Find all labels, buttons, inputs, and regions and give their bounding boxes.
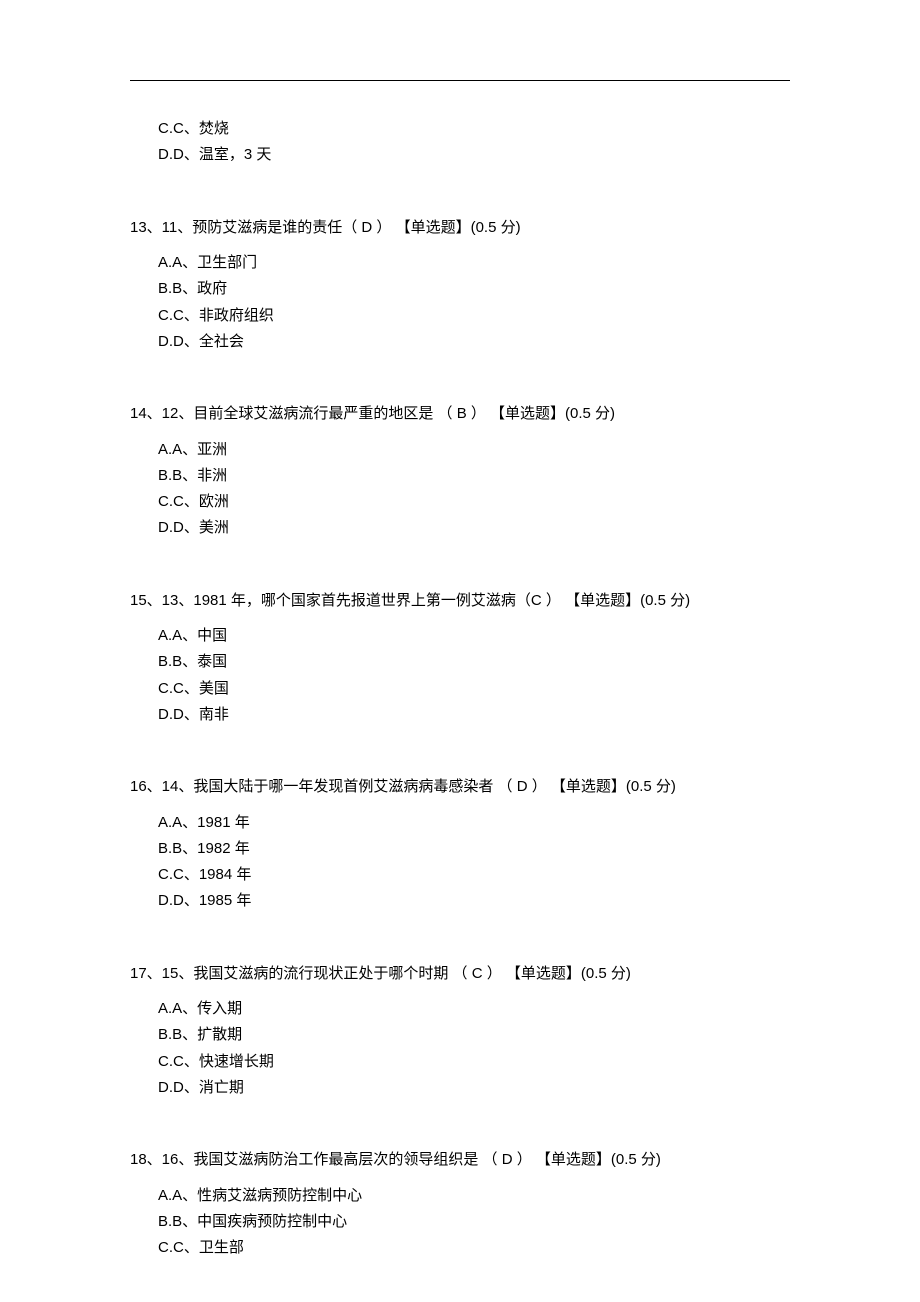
page-container: C.C、焚烧 D.D、温室，3 天 13、11、预防艾滋病是谁的责任（ D ） … (130, 80, 790, 1261)
option-d: D.D、美洲 (130, 515, 790, 541)
question-stem: 15、13、1981 年，哪个国家首先报道世界上第一例艾滋病（C ） 【单选题】… (130, 588, 790, 614)
option-b: B.B、1982 年 (130, 836, 790, 862)
question-14: 14、12、目前全球艾滋病流行最严重的地区是 （ B ） 【单选题】(0.5 分… (130, 401, 790, 542)
option-d: D.D、温室，3 天 (130, 142, 790, 168)
question-stem: 13、11、预防艾滋病是谁的责任（ D ） 【单选题】(0.5 分) (130, 215, 790, 241)
option-a: A.A、性病艾滋病预防控制中心 (130, 1183, 790, 1209)
question-18: 18、16、我国艾滋病防治工作最高层次的领导组织是 （ D ） 【单选题】(0.… (130, 1147, 790, 1261)
option-a: A.A、亚洲 (130, 437, 790, 463)
option-b: B.B、中国疾病预防控制中心 (130, 1209, 790, 1235)
option-a: A.A、卫生部门 (130, 250, 790, 276)
question-13: 13、11、预防艾滋病是谁的责任（ D ） 【单选题】(0.5 分) A.A、卫… (130, 215, 790, 356)
orphan-options-block: C.C、焚烧 D.D、温室，3 天 (130, 116, 790, 169)
option-a: A.A、传入期 (130, 996, 790, 1022)
option-c: C.C、焚烧 (130, 116, 790, 142)
option-c: C.C、卫生部 (130, 1235, 790, 1261)
option-c: C.C、1984 年 (130, 862, 790, 888)
option-b: B.B、政府 (130, 276, 790, 302)
option-a: A.A、1981 年 (130, 810, 790, 836)
option-c: C.C、欧洲 (130, 489, 790, 515)
question-16: 16、14、我国大陆于哪一年发现首例艾滋病病毒感染者 （ D ） 【单选题】(0… (130, 774, 790, 915)
option-b: B.B、泰国 (130, 649, 790, 675)
option-b: B.B、非洲 (130, 463, 790, 489)
question-stem: 14、12、目前全球艾滋病流行最严重的地区是 （ B ） 【单选题】(0.5 分… (130, 401, 790, 427)
option-c: C.C、美国 (130, 676, 790, 702)
question-stem: 18、16、我国艾滋病防治工作最高层次的领导组织是 （ D ） 【单选题】(0.… (130, 1147, 790, 1173)
option-c: C.C、非政府组织 (130, 303, 790, 329)
option-d: D.D、1985 年 (130, 888, 790, 914)
question-stem: 16、14、我国大陆于哪一年发现首例艾滋病病毒感染者 （ D ） 【单选题】(0… (130, 774, 790, 800)
option-b: B.B、扩散期 (130, 1022, 790, 1048)
question-15: 15、13、1981 年，哪个国家首先报道世界上第一例艾滋病（C ） 【单选题】… (130, 588, 790, 729)
option-d: D.D、全社会 (130, 329, 790, 355)
option-a: A.A、中国 (130, 623, 790, 649)
option-c: C.C、快速增长期 (130, 1049, 790, 1075)
option-d: D.D、消亡期 (130, 1075, 790, 1101)
option-d: D.D、南非 (130, 702, 790, 728)
question-stem: 17、15、我国艾滋病的流行现状正处于哪个时期 （ C ） 【单选题】(0.5 … (130, 961, 790, 987)
question-17: 17、15、我国艾滋病的流行现状正处于哪个时期 （ C ） 【单选题】(0.5 … (130, 961, 790, 1102)
